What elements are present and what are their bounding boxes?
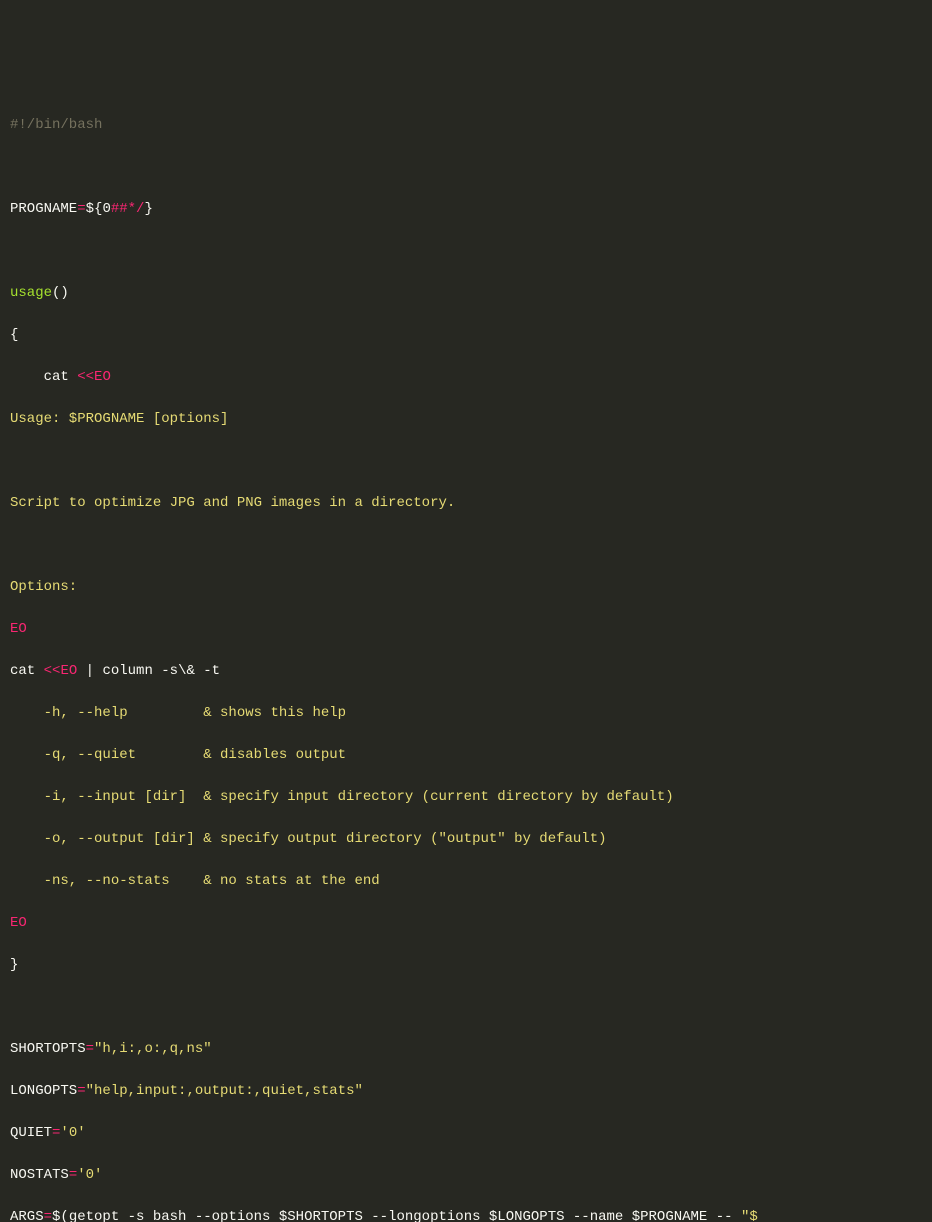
code-line: usage() [10, 283, 922, 304]
heredoc-text: -o, --output [dir] & specify output dire… [10, 831, 607, 847]
var-name: QUIET [10, 1125, 52, 1141]
var-name: LONGOPTS [10, 1083, 77, 1099]
heredoc-op: << [44, 663, 61, 679]
code-line [10, 535, 922, 556]
code-line: PROGNAME=${0##*/} [10, 199, 922, 220]
cat-cmd: cat [10, 663, 35, 679]
var-name: SHORTOPTS [10, 1041, 86, 1057]
code-line: Usage: $PROGNAME [options] [10, 409, 922, 430]
heredoc-tag: EO [60, 663, 77, 679]
code-line: -h, --help & shows this help [10, 703, 922, 724]
var-name: NOSTATS [10, 1167, 69, 1183]
code-line [10, 997, 922, 1018]
heredoc-text: -h, --help & shows this help [10, 705, 346, 721]
code-line: NOSTATS='0' [10, 1165, 922, 1186]
pipe-column: | column -s\& -t [77, 663, 220, 679]
pattern: ##*/ [111, 201, 145, 217]
equals-op: = [69, 1167, 77, 1183]
heredoc-text: Usage: $PROGNAME [options] [10, 411, 228, 427]
string-literal: "help,input:,output:,quiet,stats" [86, 1083, 363, 1099]
space [35, 663, 43, 679]
equals-op: = [77, 1083, 85, 1099]
equals-op: = [86, 1041, 94, 1057]
shebang-comment: #!/bin/bash [10, 117, 102, 133]
brace-close: } [10, 957, 18, 973]
code-line: -q, --quiet & disables output [10, 745, 922, 766]
code-line: -o, --output [dir] & specify output dire… [10, 829, 922, 850]
getopt-cmd: getopt -s bash --options $SHORTOPTS --lo… [69, 1209, 741, 1222]
string-literal: '0' [60, 1125, 85, 1141]
code-line: -ns, --no-stats & no stats at the end [10, 871, 922, 892]
cat-cmd: cat [44, 369, 69, 385]
code-line: { [10, 325, 922, 346]
function-name: usage [10, 285, 52, 301]
heredoc-tag: EO [94, 369, 111, 385]
param-close: } [144, 201, 152, 217]
heredoc-end: EO [10, 915, 27, 931]
code-line: LONGOPTS="help,input:,output:,quiet,stat… [10, 1081, 922, 1102]
code-line: #!/bin/bash [10, 115, 922, 136]
heredoc-op: << [77, 369, 94, 385]
code-line: Script to optimize JPG and PNG images in… [10, 493, 922, 514]
heredoc-text: -q, --quiet & disables output [10, 747, 346, 763]
code-editor[interactable]: #!/bin/bash PROGNAME=${0##*/} usage() { … [10, 94, 922, 1222]
code-line [10, 157, 922, 178]
heredoc-end: EO [10, 621, 27, 637]
var-name: PROGNAME [10, 201, 77, 217]
string-start: "$ [741, 1209, 758, 1222]
code-line [10, 451, 922, 472]
string-literal: "h,i:,o:,q,ns" [94, 1041, 212, 1057]
equals-op: = [77, 201, 85, 217]
heredoc-text: Script to optimize JPG and PNG images in… [10, 495, 455, 511]
space [69, 369, 77, 385]
code-line: Options: [10, 577, 922, 598]
code-line: SHORTOPTS="h,i:,o:,q,ns" [10, 1039, 922, 1060]
code-line: QUIET='0' [10, 1123, 922, 1144]
code-line: } [10, 955, 922, 976]
heredoc-text: Options: [10, 579, 77, 595]
code-line: cat <<EO | column -s\& -t [10, 661, 922, 682]
heredoc-text: -ns, --no-stats & no stats at the end [10, 873, 380, 889]
code-line: -i, --input [dir] & specify input direct… [10, 787, 922, 808]
var-name: ARGS [10, 1209, 44, 1222]
code-line [10, 241, 922, 262]
parens: () [52, 285, 69, 301]
cmd-subst-open: $( [52, 1209, 69, 1222]
equals-op: = [44, 1209, 52, 1222]
string-literal: '0' [77, 1167, 102, 1183]
code-line: ARGS=$(getopt -s bash --options $SHORTOP… [10, 1207, 922, 1222]
param-open: ${ [86, 201, 103, 217]
brace-open: { [10, 327, 18, 343]
code-line: EO [10, 913, 922, 934]
heredoc-text: -i, --input [dir] & specify input direct… [10, 789, 674, 805]
code-line: cat <<EO [10, 367, 922, 388]
equals-op: = [52, 1125, 60, 1141]
code-line: EO [10, 619, 922, 640]
param-zero: 0 [102, 201, 110, 217]
indent [10, 369, 44, 385]
